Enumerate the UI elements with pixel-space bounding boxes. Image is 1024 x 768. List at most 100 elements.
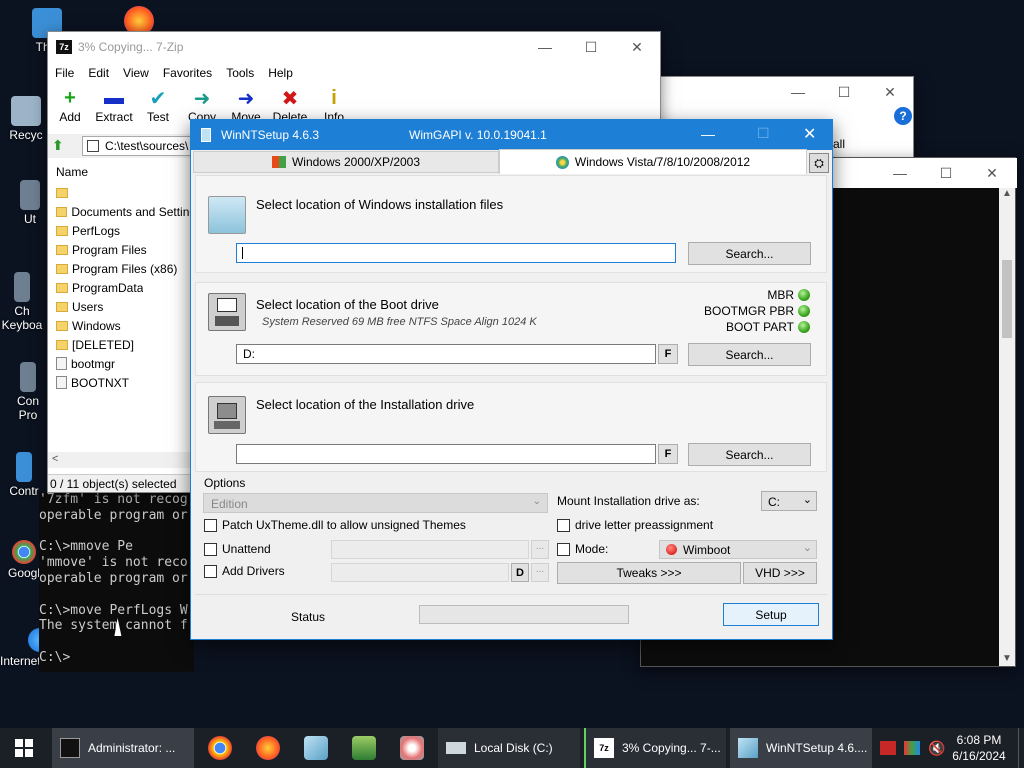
desktop-icon-keyboard[interactable]: Ch Keyboa: [0, 272, 44, 332]
tweaks-button[interactable]: Tweaks >>>: [557, 562, 741, 584]
boot-drive-format-button[interactable]: F: [658, 344, 678, 364]
settings-icon[interactable]: ⛭: [809, 153, 829, 173]
boot-drive-search-button[interactable]: Search...: [688, 343, 811, 366]
mode-select[interactable]: Wimboot ⌄: [659, 540, 817, 559]
patch-uxtheme-checkbox[interactable]: Patch UxTheme.dll to allow unsigned Them…: [204, 518, 466, 532]
drivers-browse-button[interactable]: ...: [531, 563, 549, 582]
drive-letter-checkbox[interactable]: drive letter preassignment: [557, 518, 713, 532]
file-row[interactable]: Documents and Settings: [48, 202, 193, 221]
minimize-button[interactable]: —: [775, 77, 821, 107]
vhd-button[interactable]: VHD >>>: [743, 562, 817, 584]
maximize-button[interactable]: ☐: [923, 158, 969, 188]
winntsetup-window[interactable]: WinNTSetup 4.6.3 WimGAPI v. 10.0.19041.1…: [190, 119, 833, 640]
minimize-button[interactable]: —: [877, 158, 923, 188]
tool-extract-button[interactable]: ▬ Extract: [92, 86, 136, 125]
unattend-browse-button[interactable]: ...: [531, 540, 549, 559]
file-list: Documents and Settings PerfLogs Program Fi…: [48, 183, 193, 392]
boot-drive-input[interactable]: D:: [236, 344, 656, 364]
file-row[interactable]: BOOTNXT: [48, 373, 193, 392]
mode-value: Wimboot: [683, 542, 731, 557]
desktop-icon-control-pro[interactable]: Con Pro: [10, 362, 46, 422]
close-button[interactable]: ✕: [803, 124, 816, 144]
disk-tool-icon[interactable]: [400, 736, 424, 760]
scroll-left-icon[interactable]: <: [52, 453, 58, 465]
file-row[interactable]: Windows: [48, 316, 193, 335]
bootpart-status: BOOT PART: [726, 320, 810, 334]
menu-tools[interactable]: Tools: [226, 66, 254, 80]
file-row[interactable]: [DELETED]: [48, 335, 193, 354]
menu-help[interactable]: Help: [268, 66, 293, 80]
show-desktop-button[interactable]: [1018, 728, 1024, 768]
mode-checkbox[interactable]: Mode:: [557, 542, 608, 556]
tool-add-button[interactable]: + Add: [48, 86, 92, 125]
tool-label: Test: [146, 110, 169, 124]
install-drive-search-button[interactable]: Search...: [688, 443, 811, 466]
scrollbar[interactable]: ▲ ▼: [999, 188, 1015, 666]
minimize-button[interactable]: —: [522, 32, 568, 62]
file-row[interactable]: Program Files: [48, 240, 193, 259]
task-cmd[interactable]: Administrator: ...: [52, 728, 194, 768]
setup-button[interactable]: Setup: [723, 603, 819, 626]
help-icon[interactable]: ?: [894, 107, 912, 125]
scroll-thumb[interactable]: [1002, 260, 1012, 338]
chrome-icon[interactable]: [208, 736, 232, 760]
winntsetup-pinned-icon[interactable]: [304, 736, 328, 760]
close-button[interactable]: ✕: [867, 77, 913, 107]
winntsetup-titlebar[interactable]: WinNTSetup 4.6.3 WimGAPI v. 10.0.19041.1…: [191, 120, 832, 150]
install-drive-format-button[interactable]: F: [658, 444, 678, 464]
add-drivers-checkbox[interactable]: Add Drivers: [204, 564, 285, 578]
install-files-input[interactable]: [236, 243, 676, 263]
horizontal-scrollbar[interactable]: <: [48, 452, 193, 468]
file-row[interactable]: bootmgr: [48, 354, 193, 373]
install-drive-input[interactable]: [236, 444, 656, 464]
task-7zip[interactable]: 7z 3% Copying... 7-...: [584, 728, 726, 768]
desktop-icon-ut[interactable]: Ut: [14, 180, 46, 226]
unattend-input[interactable]: [331, 540, 529, 559]
drivers-d-button[interactable]: D: [511, 563, 529, 582]
notepad-icon[interactable]: [352, 736, 376, 760]
checkbox-box[interactable]: [557, 518, 570, 532]
install-files-search-button[interactable]: Search...: [688, 242, 811, 265]
up-folder-icon[interactable]: ⬆: [52, 137, 70, 155]
checkbox-box[interactable]: [557, 542, 570, 556]
unattend-checkbox[interactable]: Unattend: [204, 542, 271, 556]
scroll-up-icon[interactable]: ▲: [1002, 188, 1012, 199]
clock[interactable]: 6:08 PM 6/16/2024: [948, 732, 1010, 764]
menu-edit[interactable]: Edit: [88, 66, 109, 80]
task-winntsetup[interactable]: WinNTSetup 4.6....: [730, 728, 872, 768]
edition-select[interactable]: Edition ⌄: [203, 493, 548, 513]
minimize-button[interactable]: —: [701, 126, 715, 142]
tab-windows-vista[interactable]: Windows Vista/7/8/10/2008/2012: [499, 149, 807, 174]
file-row[interactable]: Program Files (x86): [48, 259, 193, 278]
cmd-line: C:\>move PerfLogs W: [39, 602, 188, 618]
start-button[interactable]: [0, 728, 48, 768]
file-row[interactable]: Users: [48, 297, 193, 316]
tab-windows-xp[interactable]: Windows 2000/XP/2003: [193, 151, 499, 173]
file-row[interactable]: [48, 183, 193, 202]
desktop-icon-recycle-bin[interactable]: Recyc: [4, 96, 48, 142]
tray-volume-muted-icon[interactable]: 🔇: [928, 740, 945, 757]
task-local-disk[interactable]: Local Disk (C:): [438, 728, 580, 768]
scroll-down-icon[interactable]: ▼: [1002, 653, 1012, 664]
close-button[interactable]: ✕: [969, 158, 1015, 188]
menu-view[interactable]: View: [123, 66, 149, 80]
checkbox-box[interactable]: [204, 542, 217, 556]
checkbox-box[interactable]: [204, 564, 217, 578]
tray-network-icon[interactable]: [880, 741, 896, 755]
menu-favorites[interactable]: Favorites: [163, 66, 212, 80]
maximize-button[interactable]: ☐: [568, 32, 614, 62]
tray-display-icon[interactable]: [904, 741, 920, 755]
checkbox-box[interactable]: [204, 518, 217, 532]
close-button[interactable]: ✕: [614, 32, 660, 62]
file-row[interactable]: ProgramData: [48, 278, 193, 297]
drivers-input[interactable]: [331, 563, 509, 582]
column-header-name[interactable]: Name: [56, 165, 88, 179]
maximize-button[interactable]: ☐: [757, 125, 770, 142]
maximize-button[interactable]: ☐: [821, 77, 867, 107]
mount-drive-select[interactable]: C: ⌄: [761, 491, 817, 511]
firefox-icon[interactable]: [256, 736, 280, 760]
tool-test-button[interactable]: ✔ Test: [136, 86, 180, 125]
menu-file[interactable]: File: [55, 66, 74, 80]
desktop-icon-control-panel[interactable]: Contr: [4, 452, 44, 498]
file-row[interactable]: PerfLogs: [48, 221, 193, 240]
